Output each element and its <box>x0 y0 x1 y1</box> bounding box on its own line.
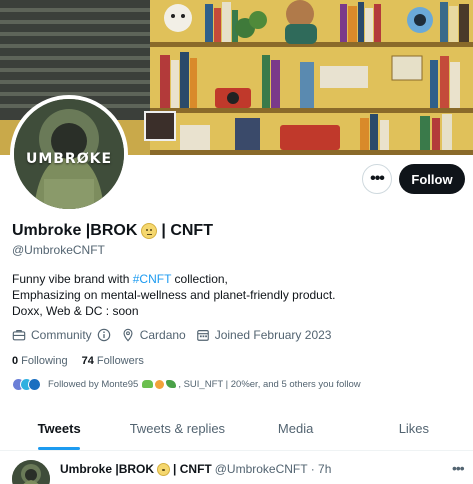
tab-tweets[interactable]: Tweets <box>0 407 118 450</box>
profile-stats: 0 Following 74 Followers <box>12 355 144 367</box>
category-label: Community <box>31 328 92 342</box>
followers-label: Followers <box>96 355 144 367</box>
profile-joined-date: Joined February 2023 <box>196 328 332 342</box>
bio-line-1: Funny vibe brand with #CNFT collection, <box>12 271 336 287</box>
neutral-face-emoji-icon <box>141 223 158 239</box>
tweet-handle-time[interactable]: @UmbrokeCNFT · 7h <box>215 462 332 476</box>
tab-likes[interactable]: Likes <box>355 407 473 450</box>
more-options-button[interactable]: ••• <box>362 164 392 194</box>
bio-text: Funny vibe brand with <box>12 272 133 286</box>
profile-location: Cardano <box>121 328 186 342</box>
followed-by-suffix: , SUI_NFT | 20%er, and 5 others you foll… <box>178 379 361 390</box>
profile-avatar[interactable]: UMBRØKE <box>10 95 128 213</box>
following-count: 0 <box>12 355 19 367</box>
profile-category: Community <box>12 328 111 342</box>
profile-handle: @UmbrokeCNFT <box>12 243 105 257</box>
orange-emoji-icon <box>155 379 165 389</box>
location-pin-icon <box>123 328 133 342</box>
frog-emoji-icon <box>142 380 154 389</box>
display-name-part1: Umbroke |BROK <box>12 222 138 239</box>
dragon-emoji-icon <box>166 380 177 389</box>
tweet-more-icon[interactable]: ••• <box>452 460 465 476</box>
display-name-part2: | CNFT <box>161 222 213 239</box>
following-link[interactable]: 0 Following <box>12 355 68 367</box>
tweet-header: Umbroke |BROK | CNFT @UmbrokeCNFT · 7h <box>60 462 331 476</box>
profile-meta: Community Cardano Joined February 2023 <box>12 328 341 342</box>
tweet-author-name-part2[interactable]: | CNFT <box>173 462 212 476</box>
followed-by-row[interactable]: Followed by Monte95 , SUI_NFT | 20%er, a… <box>12 378 361 391</box>
following-label: Following <box>21 355 68 367</box>
profile-bio: Funny vibe brand with #CNFT collection, … <box>12 271 336 319</box>
followed-by-prefix: Followed by Monte95 <box>48 379 139 390</box>
tweet-author-avatar[interactable] <box>12 460 50 484</box>
followed-by-avatars <box>12 378 41 391</box>
mini-avatar <box>28 378 41 391</box>
more-icon: ••• <box>370 170 385 187</box>
joined-label: Joined February 2023 <box>214 328 332 342</box>
bio-line-2: Emphasizing on mental-wellness and plane… <box>12 288 336 302</box>
follow-button[interactable]: Follow <box>399 164 465 194</box>
bio-hashtag-link[interactable]: #CNFT <box>133 272 171 286</box>
avatar-logo-text: UMBRØKE <box>25 151 113 167</box>
tab-media[interactable]: Media <box>237 407 355 450</box>
bio-line-3: Doxx, Web & DC : soon <box>12 304 139 318</box>
tab-tweets-and-replies[interactable]: Tweets & replies <box>118 407 236 450</box>
followed-by-emoji-group <box>141 379 178 390</box>
tweet-avatar-illustration <box>12 460 50 484</box>
neutral-face-emoji-icon <box>157 462 171 476</box>
followers-link[interactable]: 74 Followers <box>82 355 144 367</box>
calendar-icon <box>196 330 209 341</box>
profile-display-name: Umbroke |BROK | CNFT <box>12 222 213 240</box>
briefcase-icon <box>12 330 26 341</box>
tweet-author-name-part1[interactable]: Umbroke |BROK <box>60 462 154 476</box>
info-icon[interactable] <box>97 328 111 342</box>
bio-text: collection, <box>171 272 228 286</box>
location-label: Cardano <box>139 328 186 342</box>
followers-count: 74 <box>81 355 94 367</box>
profile-tabs: Tweets Tweets & replies Media Likes <box>0 407 473 451</box>
